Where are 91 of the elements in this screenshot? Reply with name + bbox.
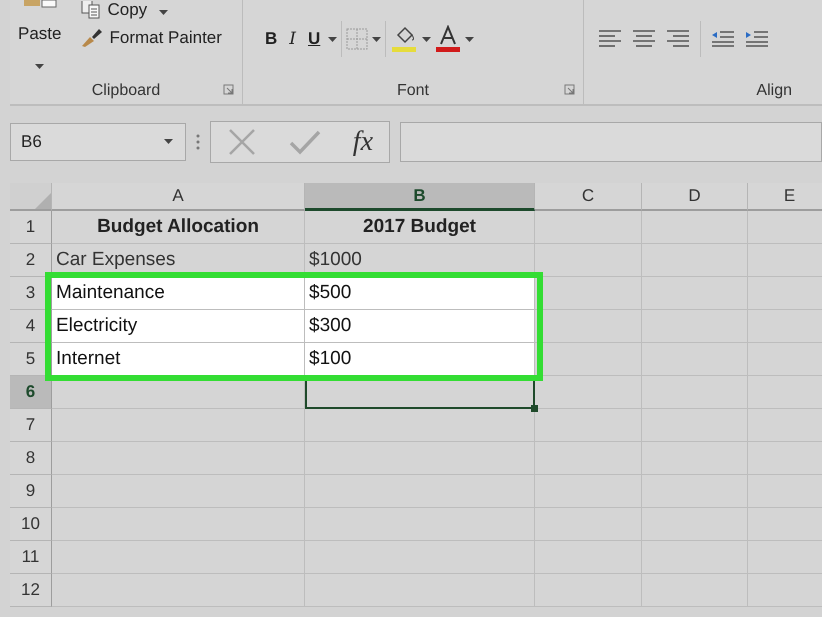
- column-header[interactable]: D: [642, 183, 748, 211]
- group-label: Align: [755, 81, 792, 101]
- table-cell[interactable]: [305, 475, 535, 508]
- row-header[interactable]: 11: [10, 541, 52, 574]
- row-header[interactable]: 7: [10, 409, 52, 442]
- table-cell[interactable]: [535, 442, 642, 475]
- caret-icon[interactable]: [422, 36, 432, 42]
- table-cell[interactable]: [642, 376, 748, 409]
- align-icon[interactable]: [632, 30, 656, 48]
- table-cell[interactable]: [305, 541, 535, 574]
- table-cell[interactable]: [642, 508, 748, 541]
- table-cell[interactable]: [52, 442, 305, 475]
- table-cell[interactable]: [52, 541, 305, 574]
- group-label: Font: [396, 81, 430, 101]
- cancel-icon[interactable]: [226, 126, 257, 156]
- name-box[interactable]: B6: [10, 122, 186, 160]
- table-cell[interactable]: [642, 442, 748, 475]
- underline-button[interactable]: U: [304, 29, 324, 49]
- row-header[interactable]: 12: [10, 574, 52, 607]
- format-painter-button[interactable]: Format Painter: [81, 28, 222, 48]
- insert-function-button[interactable]: fx: [352, 126, 374, 158]
- table-cell[interactable]: 2017 Budget: [305, 211, 535, 244]
- clipboard-icon: [22, 0, 58, 8]
- fill-color-icon[interactable]: [390, 25, 418, 53]
- select-all-icon[interactable]: [35, 193, 51, 209]
- table-cell[interactable]: Electricity: [52, 310, 305, 343]
- fill-handle[interactable]: [531, 405, 538, 412]
- table-cell[interactable]: [642, 574, 748, 607]
- table-cell[interactable]: [535, 508, 642, 541]
- table-cell[interactable]: $100: [305, 343, 535, 376]
- table-cell[interactable]: [642, 541, 748, 574]
- copy-icon: [81, 1, 102, 19]
- table-cell[interactable]: Maintenance: [52, 277, 305, 310]
- table-cell[interactable]: [642, 277, 748, 310]
- table-cell[interactable]: [535, 475, 642, 508]
- table-cell[interactable]: [535, 376, 642, 409]
- caret-icon[interactable]: [164, 139, 173, 144]
- row-header[interactable]: 9: [10, 475, 52, 508]
- table-cell[interactable]: [642, 409, 748, 442]
- table-cell[interactable]: [52, 409, 305, 442]
- bold-button[interactable]: B: [261, 29, 282, 49]
- row-header[interactable]: 8: [10, 442, 52, 475]
- caret-icon[interactable]: [328, 36, 338, 42]
- table-cell[interactable]: [535, 310, 642, 343]
- table-cell[interactable]: [305, 409, 535, 442]
- table-cell[interactable]: [52, 508, 305, 541]
- table-cell[interactable]: $300: [305, 310, 535, 343]
- align-icon[interactable]: [598, 30, 622, 48]
- font-color-icon[interactable]: [435, 25, 462, 53]
- caret-icon[interactable]: [159, 10, 168, 15]
- group-label: Clipboard: [90, 81, 162, 101]
- dialog-launcher-icon[interactable]: [223, 84, 234, 95]
- table-cell[interactable]: [642, 343, 748, 376]
- table-cell[interactable]: [535, 574, 642, 607]
- check-icon[interactable]: [288, 128, 321, 154]
- italic-button[interactable]: I: [285, 29, 300, 49]
- paste-button[interactable]: Paste: [18, 0, 62, 74]
- table-cell[interactable]: [535, 541, 642, 574]
- table-cell[interactable]: [305, 508, 535, 541]
- align-icon[interactable]: [666, 30, 690, 48]
- caret-icon[interactable]: [372, 36, 382, 42]
- column-header[interactable]: C: [535, 183, 642, 211]
- row-header[interactable]: 6: [10, 376, 52, 409]
- table-cell[interactable]: [642, 244, 748, 277]
- row-header[interactable]: 1: [10, 211, 52, 244]
- column-header[interactable]: B: [305, 183, 535, 211]
- table-cell[interactable]: [642, 310, 748, 343]
- table-cell[interactable]: Budget Allocation: [52, 211, 305, 244]
- caret-icon[interactable]: [465, 36, 474, 42]
- table-cell[interactable]: $500: [305, 277, 535, 310]
- dialog-launcher-icon[interactable]: [564, 84, 575, 95]
- table-cell[interactable]: [535, 409, 642, 442]
- more-icon: [196, 134, 200, 150]
- table-cell[interactable]: [642, 211, 748, 244]
- table-cell[interactable]: [52, 475, 305, 508]
- copy-button[interactable]: Copy: [81, 0, 222, 20]
- column-header[interactable]: A: [52, 183, 305, 211]
- table-cell[interactable]: [642, 475, 748, 508]
- formula-input[interactable]: [400, 122, 822, 162]
- table-cell[interactable]: [305, 442, 535, 475]
- table-cell[interactable]: [305, 574, 535, 607]
- row-header[interactable]: 10: [10, 508, 52, 541]
- table-cell[interactable]: [52, 574, 305, 607]
- table-cell[interactable]: [535, 211, 642, 244]
- table-cell[interactable]: [535, 277, 642, 310]
- caret-icon[interactable]: [35, 64, 44, 69]
- increase-indent-icon[interactable]: [745, 30, 769, 48]
- row-header[interactable]: 2: [10, 244, 52, 277]
- table-cell[interactable]: Internet: [52, 343, 305, 376]
- decrease-indent-icon[interactable]: [711, 30, 735, 48]
- paintbrush-icon: [81, 28, 104, 48]
